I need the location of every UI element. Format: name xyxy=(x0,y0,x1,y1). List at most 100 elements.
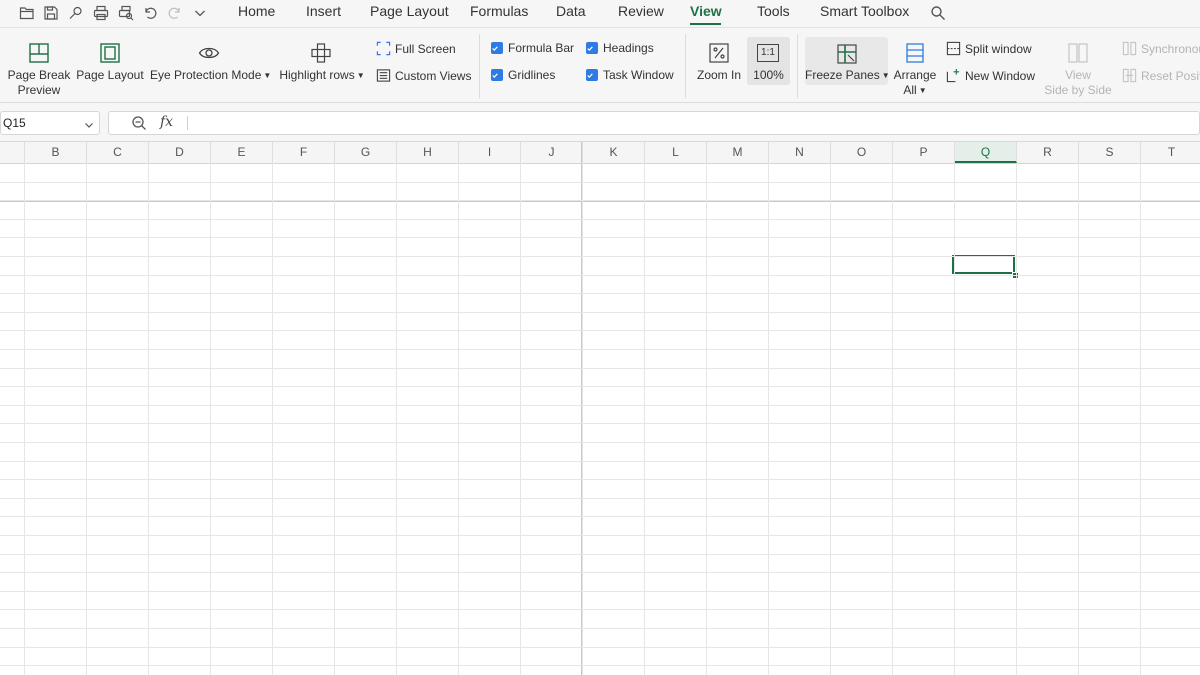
tab-formulas[interactable]: Formulas xyxy=(470,3,528,19)
row-gridline xyxy=(0,312,1200,313)
eye-icon xyxy=(198,42,220,69)
gridlines-checkbox[interactable]: Gridlines xyxy=(491,68,555,82)
formula-bar-checkbox[interactable]: Formula Bar xyxy=(491,41,574,55)
headings-checkbox[interactable]: Headings xyxy=(586,41,654,55)
row-gridline xyxy=(0,386,1200,387)
arrange-all-button[interactable]: Arrange All ▼ xyxy=(890,68,940,98)
row-gridline xyxy=(0,647,1200,648)
view-side-by-side-label-2: Side by Side xyxy=(1044,83,1112,97)
tab-data[interactable]: Data xyxy=(556,3,586,19)
name-box-chevron-icon[interactable] xyxy=(84,117,94,128)
column-header-c[interactable]: C xyxy=(87,142,149,163)
checkbox-checked-icon xyxy=(491,69,503,81)
active-cell[interactable] xyxy=(952,255,1015,274)
new-window-label: New Window xyxy=(965,68,1036,83)
row-gridline xyxy=(0,237,1200,238)
print-icon[interactable] xyxy=(91,3,111,23)
formula-bar-label: Formula Bar xyxy=(508,41,575,55)
formula-input[interactable] xyxy=(108,111,1200,135)
new-window-button[interactable]: New Window xyxy=(946,68,1035,83)
tab-view[interactable]: View xyxy=(690,3,722,19)
page-break-preview-label-1: Page Break xyxy=(7,68,71,82)
column-header-r[interactable]: R xyxy=(1017,142,1079,163)
reset-position-button[interactable]: Reset Positi xyxy=(1122,68,1200,83)
gridlines-label: Gridlines xyxy=(508,68,556,82)
side-by-side-icon xyxy=(1067,42,1089,69)
row-gridline xyxy=(0,628,1200,629)
zoom-magnifier-icon[interactable] xyxy=(131,115,147,136)
redo-icon[interactable] xyxy=(165,3,185,23)
view-side-by-side-label-1: View xyxy=(1065,68,1091,82)
page-break-preview-button[interactable]: Page Break Preview xyxy=(2,68,76,98)
search-icon[interactable] xyxy=(928,3,948,23)
column-header-d[interactable]: D xyxy=(149,142,211,163)
row-gridline xyxy=(0,442,1200,443)
page-layout-button[interactable]: Page Layout xyxy=(76,68,144,83)
customize-chevron-icon[interactable] xyxy=(190,3,210,23)
tab-tools[interactable]: Tools xyxy=(757,3,790,19)
checkbox-checked-icon xyxy=(491,42,503,54)
column-header-t[interactable]: T xyxy=(1141,142,1200,163)
arrange-all-icon xyxy=(904,42,926,69)
task-window-checkbox[interactable]: Task Window xyxy=(586,68,674,82)
column-header-p[interactable]: P xyxy=(893,142,955,163)
save-icon[interactable] xyxy=(41,3,61,23)
row-gridline xyxy=(0,665,1200,666)
tab-page-layout[interactable]: Page Layout xyxy=(370,3,449,19)
highlight-rows-button[interactable]: Highlight rows ▼ xyxy=(276,68,368,83)
select-all-corner[interactable] xyxy=(0,142,25,163)
zoom-in-label: Zoom In xyxy=(696,68,741,82)
tab-review[interactable]: Review xyxy=(618,3,664,19)
column-gridline xyxy=(954,163,955,675)
row-gridline xyxy=(0,368,1200,369)
column-header-k[interactable]: K xyxy=(583,142,645,163)
column-header-b[interactable]: B xyxy=(25,142,87,163)
column-header-m[interactable]: M xyxy=(707,142,769,163)
checkbox-checked-icon xyxy=(586,42,598,54)
tab-insert[interactable]: Insert xyxy=(306,3,341,19)
freeze-panes-icon xyxy=(836,43,858,70)
column-header-q[interactable]: Q xyxy=(955,142,1017,163)
row-gridline xyxy=(0,498,1200,499)
checkbox-checked-icon xyxy=(586,69,598,81)
split-window-icon xyxy=(946,41,961,56)
zoom-percent-icon xyxy=(708,42,730,69)
column-gridline xyxy=(24,163,25,675)
view-side-by-side-button[interactable]: View Side by Side xyxy=(1040,68,1116,98)
column-header-l[interactable]: L xyxy=(645,142,707,163)
cloud-save-icon[interactable] xyxy=(66,3,86,23)
row-gridline xyxy=(0,200,1200,201)
tab-home[interactable]: Home xyxy=(238,3,275,19)
column-header-g[interactable]: G xyxy=(335,142,397,163)
row-gridline xyxy=(0,479,1200,480)
insert-function-icon[interactable]: fx xyxy=(160,114,173,130)
split-window-button[interactable]: Split window xyxy=(946,41,1032,56)
column-header-o[interactable]: O xyxy=(831,142,893,163)
column-header-f[interactable]: F xyxy=(273,142,335,163)
headings-label: Headings xyxy=(603,41,654,55)
full-screen-label: Full Screen xyxy=(395,41,456,56)
column-header-j[interactable]: J xyxy=(521,142,583,163)
row-gridline xyxy=(0,609,1200,610)
column-header-i[interactable]: I xyxy=(459,142,521,163)
column-header-n[interactable]: N xyxy=(769,142,831,163)
eye-protection-mode-button[interactable]: Eye Protection Mode ▼ xyxy=(150,68,271,83)
tab-smart-toolbox[interactable]: Smart Toolbox xyxy=(820,3,909,19)
column-header-s[interactable]: S xyxy=(1079,142,1141,163)
print-preview-icon[interactable] xyxy=(116,3,136,23)
reset-position-label: Reset Positi xyxy=(1141,68,1200,83)
undo-icon[interactable] xyxy=(140,3,160,23)
column-header-h[interactable]: H xyxy=(397,142,459,163)
column-gridline xyxy=(582,163,583,675)
custom-views-button[interactable]: Custom Views xyxy=(376,68,471,83)
zoom-in-button[interactable]: Zoom In xyxy=(694,68,744,83)
synchronous-scrolling-button[interactable]: Synchronou xyxy=(1122,41,1200,56)
column-header-e[interactable]: E xyxy=(211,142,273,163)
column-gridline xyxy=(1140,163,1141,675)
full-screen-button[interactable]: Full Screen xyxy=(376,41,456,56)
folder-open-icon[interactable] xyxy=(17,3,37,23)
row-gridline xyxy=(0,572,1200,573)
highlight-rows-icon xyxy=(310,42,332,69)
worksheet-grid[interactable]: BCDEFGHIJKLMNOPQRST xyxy=(0,142,1200,675)
row-gridline xyxy=(0,461,1200,462)
